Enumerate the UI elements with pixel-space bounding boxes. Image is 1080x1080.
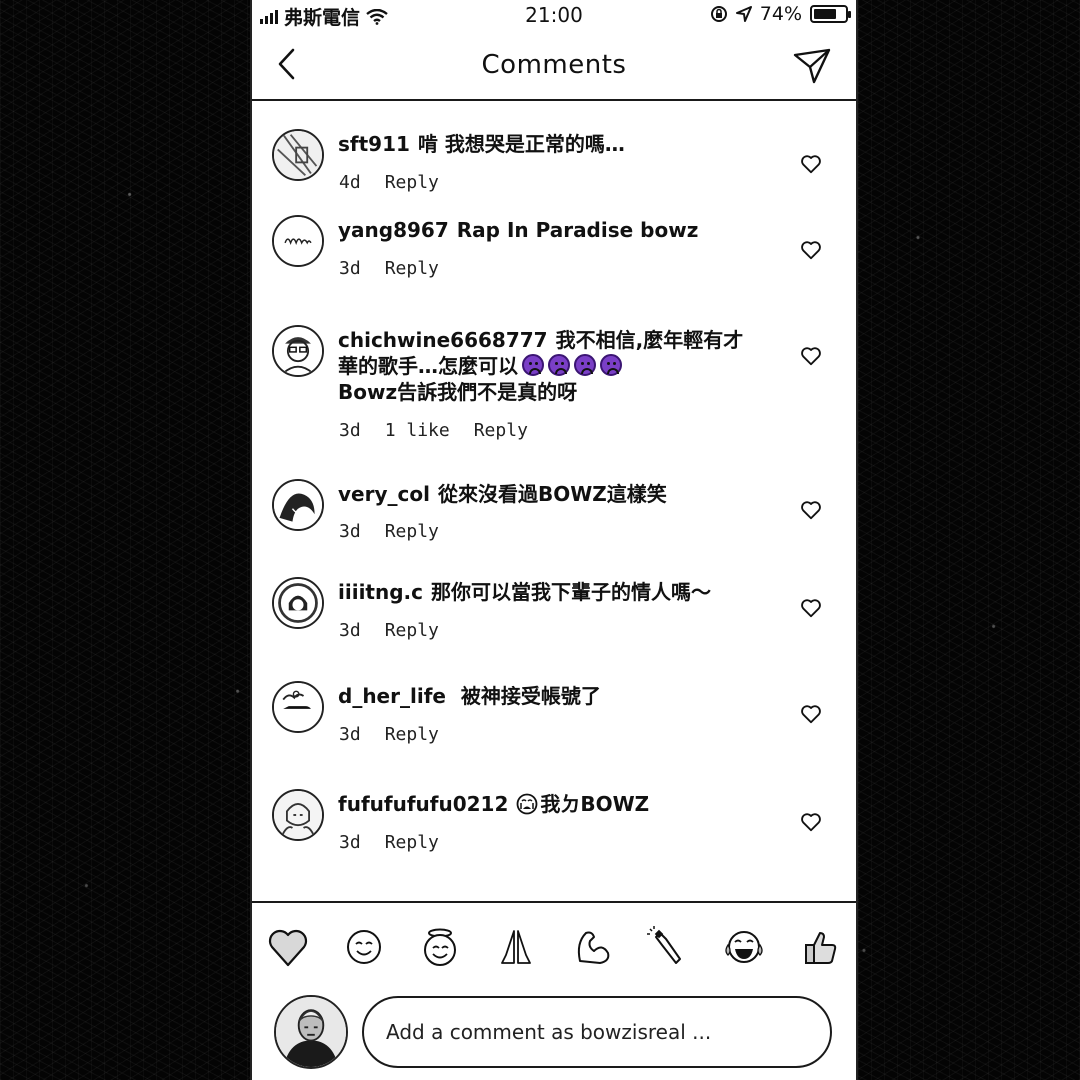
crying-face-emoji-icon	[600, 354, 622, 376]
rotation-lock-icon	[710, 6, 727, 22]
comment-username[interactable]: iiiitng.c	[338, 580, 423, 604]
heart-icon[interactable]	[800, 811, 822, 833]
crying-face-emoji-icon	[574, 354, 596, 376]
battery-percent: 74%	[759, 3, 802, 25]
heart-icon[interactable]	[800, 703, 822, 725]
comment-age: 3d	[339, 724, 361, 745]
comment-age: 3d	[339, 258, 361, 279]
comment-username[interactable]: fufufufufu0212	[338, 792, 508, 816]
reply-button[interactable]: Reply	[385, 258, 439, 279]
comment-age: 4d	[339, 172, 361, 193]
reply-button[interactable]: Reply	[385, 521, 439, 542]
reply-button[interactable]: Reply	[474, 420, 528, 441]
comment-age: 3d	[339, 420, 361, 441]
heart-icon[interactable]	[800, 153, 822, 175]
emoji-quick-bar	[266, 922, 842, 972]
thumbs-up-emoji-icon[interactable]	[798, 925, 842, 969]
header-divider	[252, 99, 856, 101]
avatar[interactable]	[272, 577, 324, 629]
heart-emoji-icon[interactable]	[266, 925, 310, 969]
comment-text: 被神接受帳號了	[453, 684, 601, 708]
comment-text: 從來沒看過BOWZ這樣笑	[437, 482, 667, 506]
status-bar: 弗斯電信 21:00 74%	[252, 0, 856, 30]
comment-username[interactable]: chichwine6668777	[338, 328, 548, 352]
emoji-bar-divider	[252, 901, 856, 903]
flexed-biceps-emoji-icon[interactable]	[570, 925, 614, 969]
location-arrow-icon	[735, 6, 752, 22]
reply-button[interactable]: Reply	[385, 620, 439, 641]
praying-hands-emoji-icon[interactable]	[494, 925, 538, 969]
smiling-face-emoji-icon[interactable]	[342, 925, 386, 969]
comment-username[interactable]: very_col	[338, 482, 430, 506]
avatar[interactable]	[272, 325, 324, 377]
halo-face-emoji-icon[interactable]	[418, 925, 462, 969]
header: Comments	[252, 34, 856, 100]
reply-button[interactable]: Reply	[385, 724, 439, 745]
comment-likes[interactable]: 1 like	[385, 420, 450, 441]
comment-text-continued: Bowz告訴我們不是真的呀	[338, 380, 578, 404]
comment-username[interactable]: yang8967	[338, 218, 449, 242]
heart-icon[interactable]	[800, 239, 822, 261]
comment-text: Rap In Paradise bowz	[456, 218, 699, 242]
direct-message-icon[interactable]	[792, 46, 832, 86]
heart-icon[interactable]	[800, 499, 822, 521]
page-title: Comments	[481, 50, 627, 80]
comment-username[interactable]: d_her_life	[338, 684, 446, 708]
comment-age: 3d	[339, 521, 361, 542]
current-user-avatar[interactable]	[274, 995, 348, 1069]
comment-input[interactable]	[362, 996, 832, 1068]
comment-username[interactable]: sft911	[338, 132, 410, 156]
reply-button[interactable]: Reply	[385, 172, 439, 193]
avatar[interactable]	[272, 789, 324, 841]
avatar[interactable]	[272, 215, 324, 267]
comments-list: sft911 啃 我想哭是正常的嗎… 4d Reply yang8967 Rap I…	[252, 103, 856, 899]
avatar[interactable]	[272, 479, 324, 531]
champagne-emoji-icon[interactable]	[646, 925, 690, 969]
comment-age: 3d	[339, 620, 361, 641]
tears-of-joy-emoji-icon[interactable]	[722, 925, 766, 969]
comment-text: 啃 我想哭是正常的嗎…	[417, 132, 625, 156]
crying-face-emoji-icon	[516, 793, 538, 815]
comment-text: 我ㄉBOWZ	[540, 792, 650, 816]
avatar[interactable]	[272, 129, 324, 181]
battery-icon	[810, 5, 851, 23]
reply-button[interactable]: Reply	[385, 832, 439, 853]
comment-text: 那你可以當我下輩子的情人嗎～	[431, 580, 711, 604]
heart-icon[interactable]	[800, 345, 822, 367]
avatar[interactable]	[272, 681, 324, 733]
crying-face-emoji-icon	[522, 354, 544, 376]
crying-face-emoji-icon	[548, 354, 570, 376]
phone-screen: 弗斯電信 21:00 74% Comments sft911 啃 我想哭是正常的…	[250, 0, 858, 1080]
battery-fill	[814, 9, 837, 19]
heart-icon[interactable]	[800, 597, 822, 619]
comment-age: 3d	[339, 832, 361, 853]
